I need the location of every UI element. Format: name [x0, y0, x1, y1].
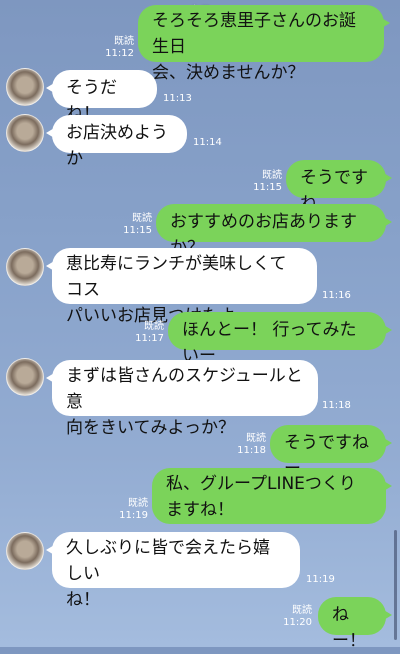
scrollbar[interactable] [394, 530, 397, 640]
message-time: 11:17 [135, 333, 164, 344]
read-receipt: 既読 [144, 321, 164, 332]
message-meta: 既読 11:20 [270, 605, 312, 629]
message-bubble-outgoing[interactable]: そうですねー [270, 425, 392, 479]
message-meta: 既読 11:12 [92, 36, 134, 60]
avatar[interactable] [6, 532, 44, 570]
read-receipt: 既読 [246, 433, 266, 444]
read-receipt: 既読 [128, 498, 148, 509]
message-bubble-outgoing[interactable]: そうですね [286, 160, 392, 214]
avatar[interactable] [6, 358, 44, 396]
message-bubble-incoming[interactable]: お店決めようか [46, 115, 187, 169]
read-receipt: 既読 [114, 36, 134, 47]
message-time: 11:19 [119, 510, 148, 521]
message-bubble-incoming[interactable]: まずは皆さんのスケジュールと意 向をきいてみよっか？ [46, 360, 318, 438]
message-meta: 既読 11:18 [224, 433, 266, 457]
message-meta: 既読 11:17 [122, 321, 164, 345]
read-receipt: 既読 [292, 605, 312, 616]
message-time: 11:13 [163, 93, 192, 104]
message-meta: 既読 11:19 [106, 498, 148, 522]
message-time: 11:20 [283, 617, 312, 628]
message-bubble-outgoing[interactable]: 私、グループLINEつくりますね！ [152, 468, 392, 524]
message-bubble-outgoing[interactable]: そろそろ恵里子さんのお誕生日 会、決めませんか？ [138, 5, 390, 83]
avatar[interactable] [6, 68, 44, 106]
read-receipt: 既読 [262, 170, 282, 181]
message-bubble-incoming[interactable]: 久しぶりに皆で会えたら嬉しい ね！ [46, 532, 300, 610]
message-bubble-outgoing[interactable]: ほんとー！ 行ってみたいー [168, 312, 392, 366]
avatar[interactable] [6, 248, 44, 286]
message-bubble-outgoing[interactable]: ねー！ [318, 597, 392, 651]
message-time: 11:14 [193, 137, 222, 148]
message-time: 11:16 [322, 290, 351, 301]
read-receipt: 既読 [132, 213, 152, 224]
chat-view: 今日 そろそろ恵里子さんのお誕生日 会、決めませんか？ 既読 11:12 そうだ… [0, 0, 400, 651]
message-time: 11:15 [123, 225, 152, 236]
message-meta: 既読 11:15 [240, 170, 282, 194]
avatar[interactable] [6, 114, 44, 152]
message-time: 11:15 [253, 182, 282, 193]
message-bubble-outgoing[interactable]: おすすめのお店ありますか？ [156, 204, 392, 258]
message-time: 11:19 [306, 574, 335, 585]
message-meta: 既読 11:15 [110, 213, 152, 237]
message-time: 11:12 [105, 48, 134, 59]
message-time: 11:18 [237, 445, 266, 456]
message-bubble-incoming[interactable]: そうだね！ [46, 70, 157, 124]
message-time: 11:18 [322, 400, 351, 411]
message-bubble-incoming[interactable]: 恵比寿にランチが美味しくてコス パいいお店見つけたよ [46, 248, 317, 326]
